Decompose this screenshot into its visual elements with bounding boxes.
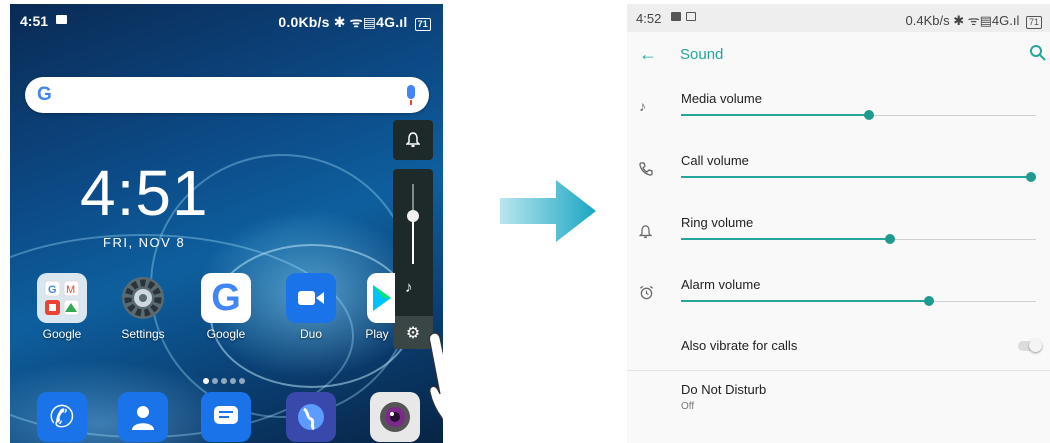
app-duo[interactable] (286, 273, 336, 323)
video-camera-icon (298, 291, 324, 305)
svg-text:M: M (66, 284, 75, 296)
dnd-label: Do Not Disturb (681, 382, 767, 397)
image-notification-icon (56, 15, 67, 24)
app-google-folder[interactable]: G M (37, 273, 87, 323)
battery-icon: 71 (1025, 16, 1042, 29)
do-not-disturb-row[interactable]: Do Not Disturb Off (627, 372, 1050, 426)
status-time: 4:51 (20, 13, 49, 29)
page-title: Sound (680, 46, 724, 63)
call-volume-label: Call volume (681, 153, 749, 168)
slider-thumb[interactable] (1026, 172, 1036, 182)
alarm-volume-label: Alarm volume (681, 277, 761, 292)
slider-thumb[interactable] (924, 296, 934, 306)
bell-icon (406, 132, 420, 147)
status-time: 4:52 (636, 11, 662, 26)
status-bar: 4:51 0.0Kb/s ✱ ᯤ▤4G.ıl 71 (10, 4, 443, 38)
ringer-mode-button[interactable] (393, 120, 433, 160)
divider (627, 370, 1050, 371)
search-icon[interactable] (1028, 43, 1048, 63)
volume-panel: ♪ ⚙ (393, 169, 433, 349)
volume-fill (412, 216, 414, 264)
vibrate-label: Also vibrate for calls (681, 338, 798, 353)
image-notification-icon (671, 12, 681, 21)
clock-time: 4:51 (80, 157, 209, 229)
app-label: Google (206, 327, 246, 341)
app-label: Google (42, 327, 82, 341)
google-g-icon: G (211, 276, 241, 319)
app-messages[interactable] (201, 392, 251, 442)
vibrate-for-calls-row[interactable]: Also vibrate for calls (627, 326, 1050, 370)
globe-icon (298, 404, 324, 431)
app-google[interactable]: G (201, 273, 251, 323)
app-camera[interactable] (370, 392, 420, 442)
music-note-icon: ♪ (639, 98, 646, 114)
play-store-icon (373, 285, 391, 311)
battery-icon: 71 (414, 18, 431, 31)
back-arrow-icon[interactable]: ← (639, 44, 657, 65)
media-volume-label: Media volume (681, 91, 762, 106)
status-bar: 4:52 0.4Kb/s ✱ ᯤ▤4G.ıl 71 (627, 4, 1050, 32)
call-volume-slider[interactable] (681, 172, 1036, 184)
call-volume-row: Call volume (627, 146, 1050, 202)
pointing-hand-icon (428, 332, 443, 423)
app-play[interactable] (367, 273, 395, 323)
phone-icon: ✆ (49, 400, 75, 434)
google-logo-icon: G (37, 84, 52, 105)
app-contacts[interactable] (118, 392, 168, 442)
google-apps-folder-icon: G M (44, 280, 80, 316)
contacts-icon (132, 406, 154, 430)
clock-date: FRI, NOV 8 (103, 235, 186, 250)
app-phone[interactable]: ✆ (37, 392, 87, 442)
sound-settings-screen: 4:52 0.4Kb/s ✱ ᯤ▤4G.ıl 71 ← Sound ♪ Medi… (627, 4, 1050, 443)
app-bar: ← Sound (627, 32, 1050, 78)
message-icon (214, 406, 238, 424)
alarm-volume-slider[interactable] (681, 296, 1036, 308)
status-indicators: 0.4Kb/s ✱ ᯤ▤4G.ıl (905, 13, 1020, 28)
page-indicator (203, 371, 248, 389)
app-label: Duo (299, 327, 322, 341)
microphone-icon[interactable] (407, 85, 415, 105)
status-indicators: 0.0Kb/s ✱ ᯤ▤4G.ıl (278, 14, 408, 30)
ring-volume-row: Ring volume (627, 208, 1050, 264)
gear-icon: ⚙ (405, 324, 421, 342)
google-search-bar[interactable]: G (25, 77, 429, 113)
app-browser[interactable] (286, 392, 336, 442)
alarm-volume-row: Alarm volume (627, 270, 1050, 326)
svg-text:G: G (48, 284, 57, 296)
media-volume-slider[interactable] (681, 110, 1036, 122)
dnd-status: Off (681, 401, 695, 412)
app-settings[interactable] (118, 273, 168, 323)
app-label: Settings (121, 327, 165, 341)
music-note-icon: ♪ (405, 279, 413, 296)
slider-thumb[interactable] (864, 110, 874, 120)
screenshot-notification-icon (686, 12, 696, 21)
app-label: Play (365, 327, 389, 341)
slider-thumb[interactable] (885, 234, 895, 244)
transition-arrow-icon (500, 180, 596, 242)
ring-volume-slider[interactable] (681, 234, 1036, 246)
volume-slider-thumb[interactable] (407, 210, 419, 222)
ring-volume-label: Ring volume (681, 215, 754, 230)
settings-gear-icon (122, 277, 164, 319)
home-screen: 4:51 0.0Kb/s ✱ ᯤ▤4G.ıl 71 G 4:51 FRI, NO… (10, 4, 443, 443)
phone-icon (639, 162, 653, 176)
alarm-clock-icon (640, 285, 653, 300)
bell-icon (639, 225, 652, 239)
camera-lens-icon (380, 402, 410, 432)
media-volume-row: ♪ Media volume (627, 84, 1050, 140)
vibrate-toggle[interactable] (1018, 339, 1042, 352)
